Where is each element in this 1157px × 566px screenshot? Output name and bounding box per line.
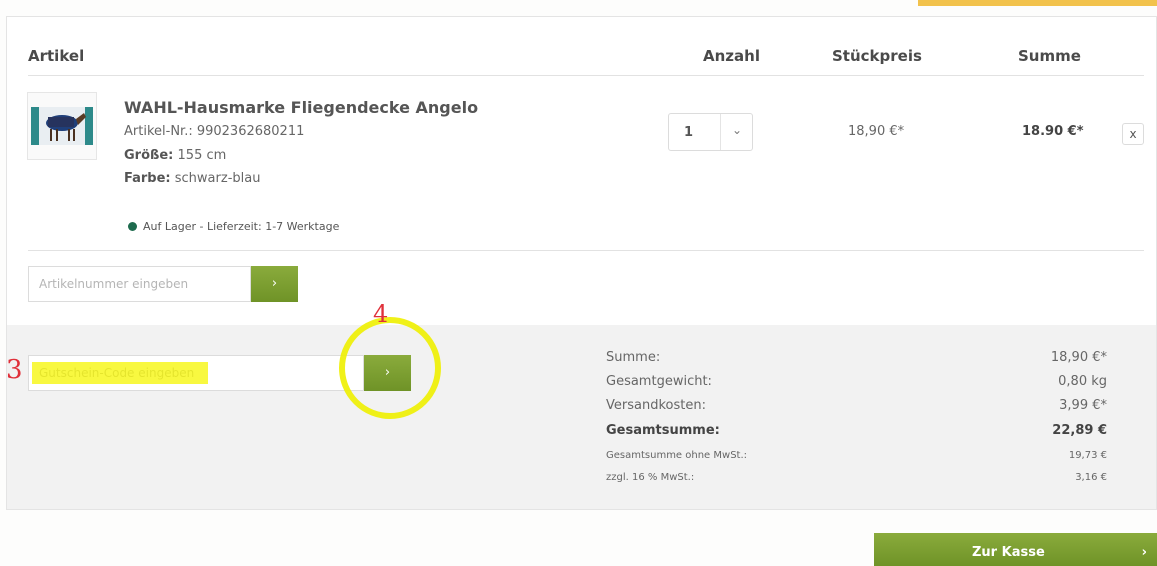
- checkout-button[interactable]: Zur Kasse ›: [874, 533, 1157, 566]
- summary-value-weight: 0,80 kg: [1058, 374, 1107, 389]
- summary-label-vat: zzgl. 16 % MwSt.:: [606, 472, 695, 483]
- quantity-value: 1: [684, 125, 694, 140]
- product-thumbnail[interactable]: [27, 92, 97, 160]
- summary-value-grand-total: 22,89 €: [1052, 423, 1107, 438]
- summary-value-net-total: 19,73 €: [1068, 450, 1107, 461]
- chevron-right-icon: ›: [1141, 545, 1147, 560]
- summary-label-grand-total: Gesamtsumme:: [606, 423, 720, 438]
- stock-status-dot: [128, 222, 137, 231]
- stock-status-text: Auf Lager - Lieferzeit: 1-7 Werktage: [143, 220, 340, 233]
- summary-label-weight: Gesamtgewicht:: [606, 374, 712, 389]
- horse-blanket-image: [31, 107, 93, 145]
- size-value: 155 cm: [177, 148, 227, 163]
- summary-value-subtotal: 18,90 €*: [1050, 350, 1107, 365]
- product-size: Größe: 155 cm: [124, 148, 226, 163]
- top-accent-bar: [918, 0, 1157, 6]
- column-header-unit-price: Stückpreis: [832, 47, 922, 65]
- column-header-total: Summe: [1018, 47, 1081, 65]
- color-value: schwarz-blau: [174, 171, 261, 186]
- article-number-input[interactable]: [28, 266, 251, 302]
- checkout-label: Zur Kasse: [972, 545, 1045, 560]
- annotation-label-4: 4: [373, 300, 389, 328]
- header-divider: [28, 75, 1144, 76]
- summary-label-subtotal: Summe:: [606, 350, 661, 365]
- remove-item-button[interactable]: x: [1122, 123, 1144, 145]
- quantity-divider: [720, 114, 721, 150]
- product-color: Farbe: schwarz-blau: [124, 171, 260, 186]
- size-label: Größe:: [124, 148, 174, 163]
- apply-voucher-button[interactable]: ›: [364, 355, 411, 391]
- item-divider: [28, 250, 1144, 251]
- product-article-number: Artikel-Nr.: 9902362680211: [124, 124, 305, 139]
- unit-price: 18,90 €*: [848, 124, 905, 139]
- summary-label-net-total: Gesamtsumme ohne MwSt.:: [606, 450, 748, 461]
- column-header-quantity: Anzahl: [703, 47, 760, 65]
- voucher-code-input[interactable]: [28, 355, 364, 391]
- annotation-label-3: 3: [6, 355, 23, 385]
- summary-panel: [7, 325, 1156, 509]
- summary-value-vat: 3,16 €: [1075, 472, 1107, 483]
- product-title[interactable]: WAHL-Hausmarke Fliegendecke Angelo: [124, 98, 478, 117]
- add-article-button[interactable]: ›: [251, 266, 298, 302]
- summary-label-shipping: Versandkosten:: [606, 398, 706, 413]
- color-label: Farbe:: [124, 171, 171, 186]
- column-header-article: Artikel: [28, 47, 85, 65]
- quantity-select[interactable]: 1 ⌄: [668, 113, 753, 151]
- chevron-down-icon: ⌄: [732, 123, 743, 137]
- line-total: 18.90 €*: [1022, 124, 1084, 139]
- summary-value-shipping: 3,99 €*: [1059, 398, 1107, 413]
